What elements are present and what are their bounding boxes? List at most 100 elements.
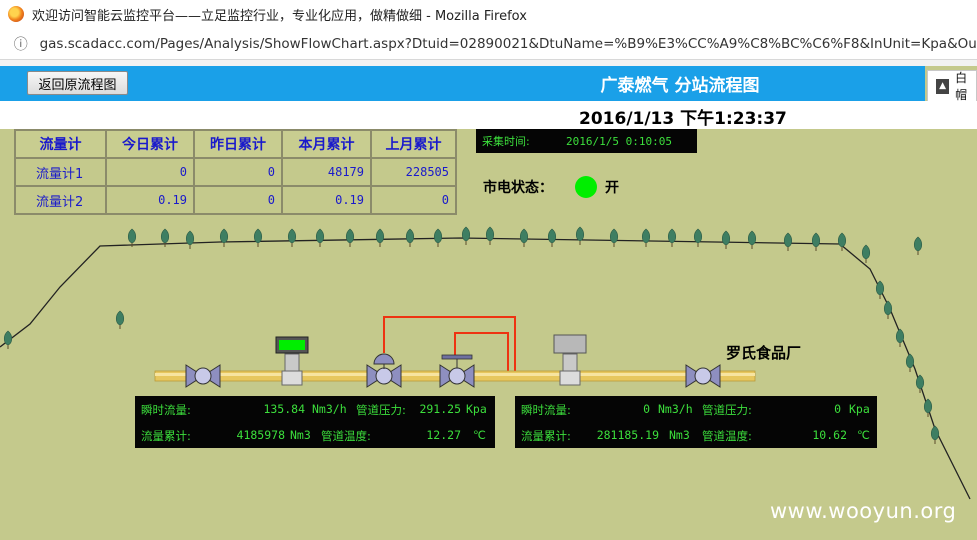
tree-icon [3, 330, 13, 346]
tree-icon [485, 226, 495, 242]
total-value: 4185978 [236, 428, 285, 442]
tree-icon [667, 228, 677, 244]
tree-icon [185, 230, 195, 246]
tree-icon [287, 228, 297, 244]
tree-icon [905, 353, 915, 369]
tree-icon [219, 228, 229, 244]
tree-icon [609, 228, 619, 244]
tree-icon [575, 226, 585, 242]
flow-value: 135.84 [263, 402, 305, 416]
back-to-flowchart-button[interactable]: 返回原流程图 [27, 71, 128, 95]
table-cell: 0 [193, 157, 283, 187]
collect-time-label: 采集时间: [482, 135, 530, 148]
tree-icon [115, 310, 125, 326]
col-header: 上月累计 [370, 129, 457, 159]
tree-icon [895, 328, 905, 344]
tree-icon [375, 228, 385, 244]
temp-value: 12.27 [426, 428, 461, 442]
table-cell: 流量计1 [14, 157, 107, 187]
side-tab-label: 白帽 [955, 71, 968, 102]
table-cell: 48179 [281, 157, 372, 187]
temp-unit: ℃ [857, 428, 870, 442]
flow-meter-table: 流量计 今日累计 昨日累计 本月累计 上月累计 流量计1 0 0 48179 2… [14, 129, 457, 215]
table-cell: 流量计2 [14, 185, 107, 215]
table-row: 流量计2 0.19 0 0.19 0 [14, 185, 457, 215]
pressure-label: 管道压力: [356, 403, 406, 417]
table-cell: 228505 [370, 157, 457, 187]
valve-1 [185, 364, 221, 388]
url-text[interactable]: gas.scadacc.com/Pages/Analysis/ShowFlowC… [40, 36, 977, 52]
page-title: 广泰燃气 分站流程图 [600, 76, 760, 96]
pressure-unit: Kpa [849, 402, 870, 416]
power-indicator-icon [575, 176, 597, 198]
tree-icon [127, 228, 137, 244]
total-value: 281185.19 [596, 428, 659, 442]
table-header-row: 流量计 今日累计 昨日累计 本月累计 上月累计 [14, 129, 457, 159]
col-header: 本月累计 [281, 129, 372, 159]
total-unit: Nm3 [290, 428, 311, 442]
factory-label: 罗氏食品厂 [726, 344, 802, 362]
col-header: 流量计 [14, 129, 107, 159]
table-cell: 0 [193, 185, 283, 215]
total-label: 流量累计: [521, 429, 571, 443]
window-title: 欢迎访问智能云监控平台——立足监控行业，专业化应用，做精做细 - Mozilla… [32, 8, 527, 24]
temp-label: 管道温度: [321, 429, 371, 443]
tree-icon [345, 228, 355, 244]
tab-favicon-icon: ▲ [936, 78, 950, 94]
tree-icon [160, 228, 170, 244]
power-state: 开 [605, 180, 619, 196]
flow-label: 瞬时流量: [141, 403, 191, 417]
tree-icon [315, 228, 325, 244]
bypass-line-outer [383, 316, 516, 373]
temp-value: 10.62 [812, 428, 847, 442]
table-row: 流量计1 0 0 48179 228505 [14, 157, 457, 187]
clock-display: 2016/1/13 下午1:23:37 [579, 109, 787, 129]
app-header: 返回原流程图 广泰燃气 分站流程图 [0, 66, 925, 101]
bypass-line-inner [454, 332, 509, 373]
power-label: 市电状态： [483, 180, 553, 196]
flow-value: 0 [643, 402, 650, 416]
mains-power-status: 市电状态： 开 [483, 176, 619, 198]
temp-label: 管道温度: [702, 429, 752, 443]
tree-icon [883, 300, 893, 316]
tree-icon [913, 236, 923, 252]
flow-unit: Nm3/h [658, 402, 693, 416]
table-cell: 0.19 [281, 185, 372, 215]
collect-time-box: 采集时间: 2016/1/5 0:10:05 [476, 129, 697, 153]
tree-icon [461, 226, 471, 242]
station-data-panel-1: 瞬时流量: 135.84 Nm3/h 管道压力: 291.25 Kpa 流量累计… [135, 396, 495, 448]
tree-icon [930, 425, 940, 441]
pressure-label: 管道压力: [702, 403, 752, 417]
tree-icon [253, 228, 263, 244]
table-cell: 0 [370, 185, 457, 215]
watermark: www.wooyun.org [770, 499, 957, 523]
flow-label: 瞬时流量: [521, 403, 571, 417]
table-cell: 0 [105, 157, 195, 187]
firefox-icon [8, 6, 24, 22]
temp-unit: ℃ [473, 428, 486, 442]
col-header: 今日累计 [105, 129, 195, 159]
flow-unit: Nm3/h [312, 402, 347, 416]
tree-icon [837, 232, 847, 248]
tree-icon [433, 228, 443, 244]
tree-icon [405, 228, 415, 244]
tree-icon [783, 232, 793, 248]
tree-icon [811, 232, 821, 248]
tree-icon [641, 228, 651, 244]
tree-icon [547, 228, 557, 244]
tree-icon [519, 228, 529, 244]
address-bar[interactable]: ⓘ gas.scadacc.com/Pages/Analysis/ShowFlo… [0, 28, 977, 60]
col-header: 昨日累计 [193, 129, 283, 159]
pressure-value: 291.25 [419, 402, 461, 416]
side-tab[interactable]: ▲ 白帽 [927, 70, 977, 102]
pressure-value: 0 [834, 402, 841, 416]
page-info-icon[interactable]: ⓘ [12, 35, 30, 53]
table-cell: 0.19 [105, 185, 195, 215]
browser-title-bar: 欢迎访问智能云监控平台——立足监控行业，专业化应用，做精做细 - Mozilla… [0, 0, 977, 28]
tree-icon [693, 228, 703, 244]
clock-bar [0, 101, 977, 129]
station-data-panel-2: 瞬时流量: 0 Nm3/h 管道压力: 0 Kpa 流量累计: 281185.1… [515, 396, 877, 448]
valve-3 [439, 354, 475, 388]
valve-4 [685, 364, 721, 388]
tree-icon [861, 244, 871, 260]
